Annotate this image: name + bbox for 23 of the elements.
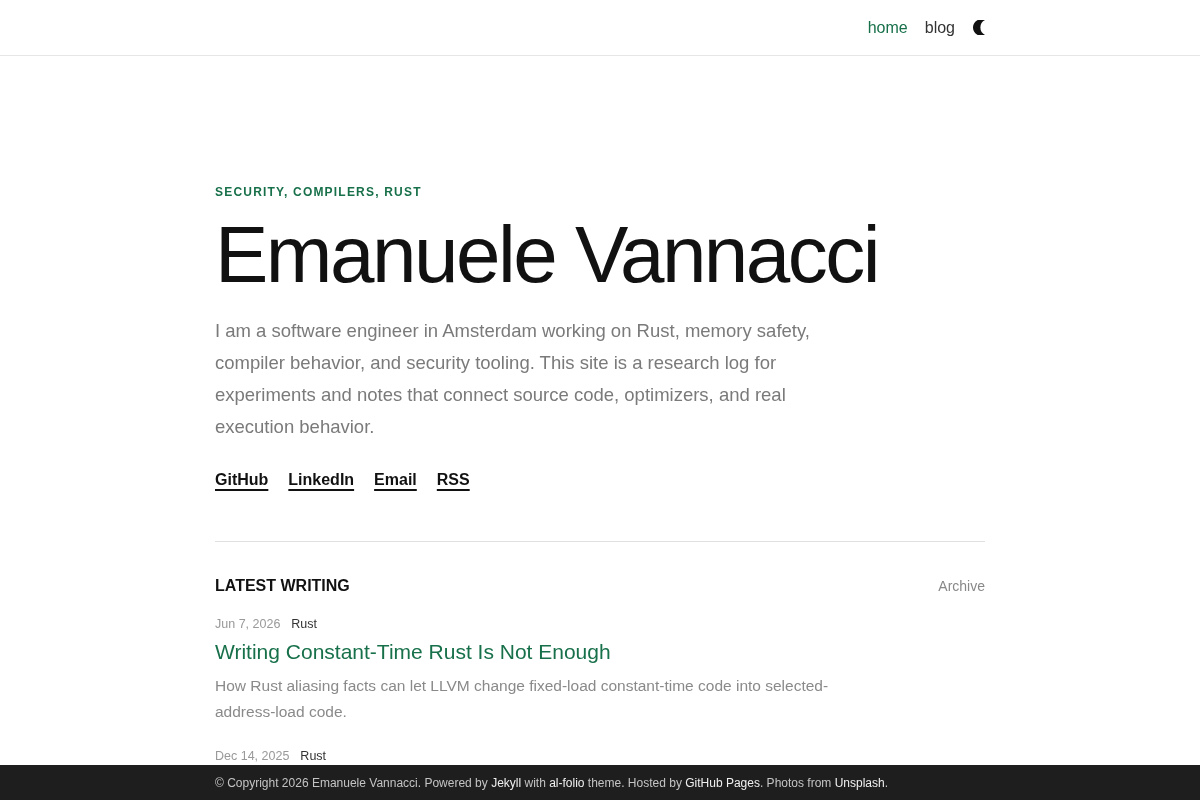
social-link[interactable]: GitHub [215, 468, 269, 492]
post-date: Jun 7, 2026 [215, 616, 281, 633]
archive-link[interactable]: Archive [938, 576, 985, 596]
moon-icon[interactable] [973, 20, 985, 35]
post-title-link[interactable]: Writing Constant-Time Rust Is Not Enough [215, 638, 611, 666]
topics-kicker: SECURITY, COMPILERS, RUST [215, 184, 423, 200]
social-link[interactable]: Email [374, 468, 417, 492]
footer-link[interactable]: Unsplash [834, 775, 885, 790]
intro-paragraph: I am a software engineer in Amsterdam working on Rust, memory safety, compiler behavior, and security tooling. This site is a research log for experiments and notes that connect source code, optimizers, and real execution behavior. [215, 319, 811, 439]
nav-link[interactable]: blog [924, 17, 955, 38]
social-link[interactable]: LinkedIn [288, 468, 355, 492]
social-link[interactable]: RSS [436, 468, 470, 492]
footer-link[interactable]: Jekyll [491, 775, 522, 790]
post-tag: Rust [300, 747, 327, 765]
post-tag: Rust [291, 615, 318, 633]
footer-link[interactable]: GitHub Pages [685, 775, 760, 790]
footer-text: © Copyright 2026 Emanuele Vannacci. Powered by Jekyll with al-folio theme. Hosted by GitHub Pages. Photos from Unsplash. [215, 774, 890, 791]
footer-link[interactable]: al-folio [549, 775, 585, 790]
section-heading: LATEST WRITING [215, 576, 350, 596]
post-date: Dec 14, 2025 [215, 748, 290, 765]
post-excerpt: How Rust aliasing facts can let LLVM change fixed-load constant-time code into selected-address-load code. [215, 676, 830, 722]
nav-link[interactable]: home [867, 17, 908, 38]
author-name-heading: Emanuele Vannacci [215, 211, 879, 299]
